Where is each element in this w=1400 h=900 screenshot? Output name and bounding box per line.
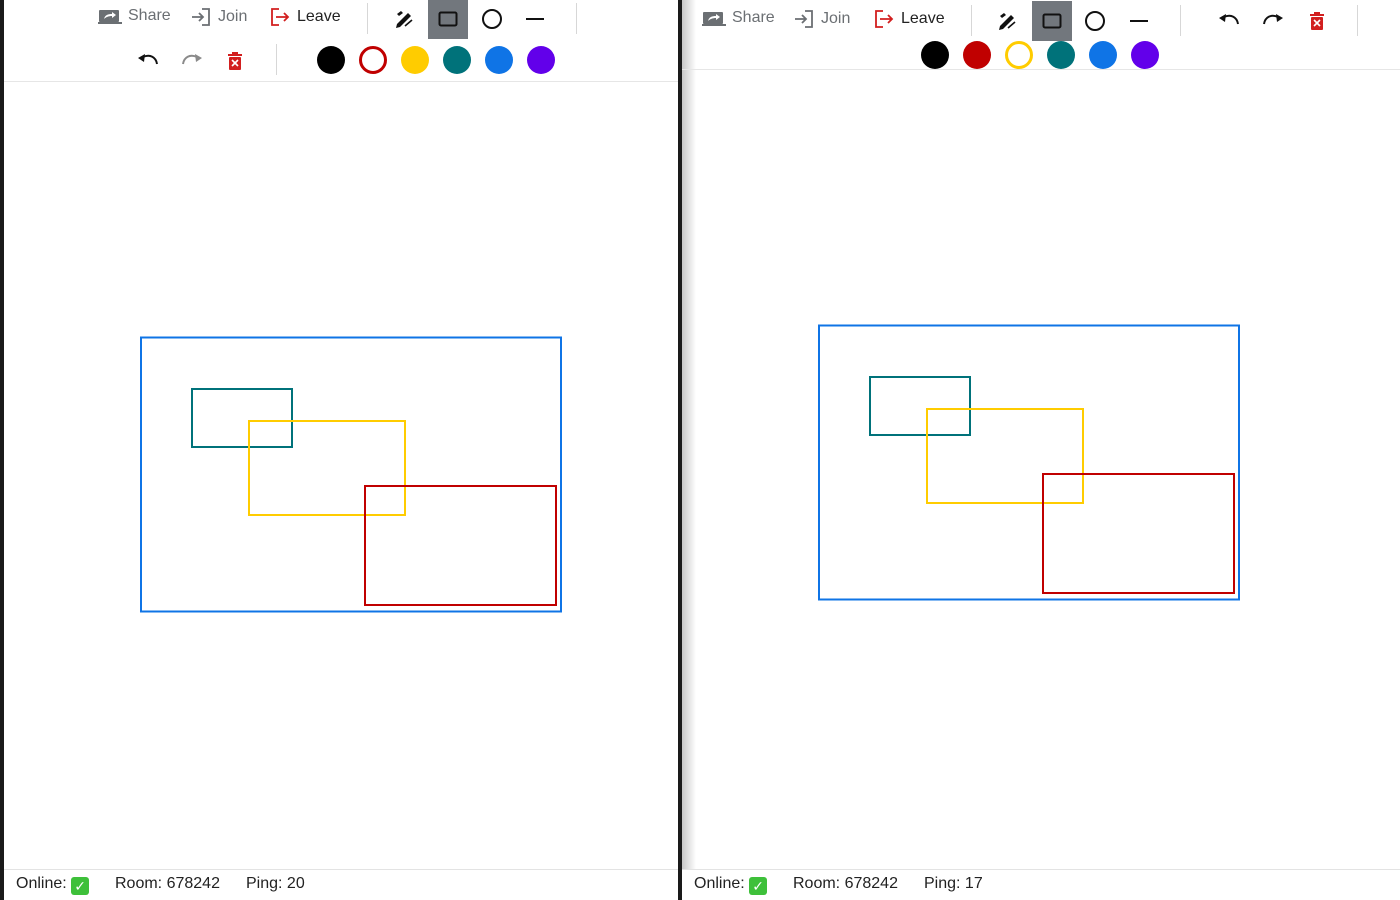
online-label: Online: xyxy=(694,875,745,892)
online-label: Online: xyxy=(16,875,67,892)
ping-label: Ping: 17 xyxy=(924,875,983,892)
red-rectangle xyxy=(364,485,557,606)
drawing-canvas[interactable] xyxy=(682,0,1400,870)
blue-rectangle xyxy=(140,336,562,613)
left-client-window: Share Join Leave Online: ✓ Room: 678242 … xyxy=(4,0,678,900)
room-label: Room: 678242 xyxy=(793,875,898,892)
red-rectangle xyxy=(1042,473,1235,594)
teal-rectangle xyxy=(191,388,293,448)
online-status: Online: ✓ xyxy=(16,875,90,895)
online-status: Online: ✓ xyxy=(694,875,768,895)
drawing-canvas[interactable] xyxy=(4,0,678,870)
blue-rectangle xyxy=(818,324,1240,601)
yellow-rectangle xyxy=(926,408,1084,504)
right-client-window: Share Join Leave Online: ✓ Room: 678242 … xyxy=(682,0,1400,900)
teal-rectangle xyxy=(869,376,971,436)
ping-label: Ping: 20 xyxy=(246,875,305,892)
status-bar: Online: ✓ Room: 678242 Ping: 20 xyxy=(4,869,678,900)
yellow-rectangle xyxy=(248,420,406,516)
checkmark-icon: ✓ xyxy=(749,877,768,895)
status-bar: Online: ✓ Room: 678242 Ping: 17 xyxy=(682,869,1400,900)
room-label: Room: 678242 xyxy=(115,875,220,892)
checkmark-icon: ✓ xyxy=(71,877,90,895)
